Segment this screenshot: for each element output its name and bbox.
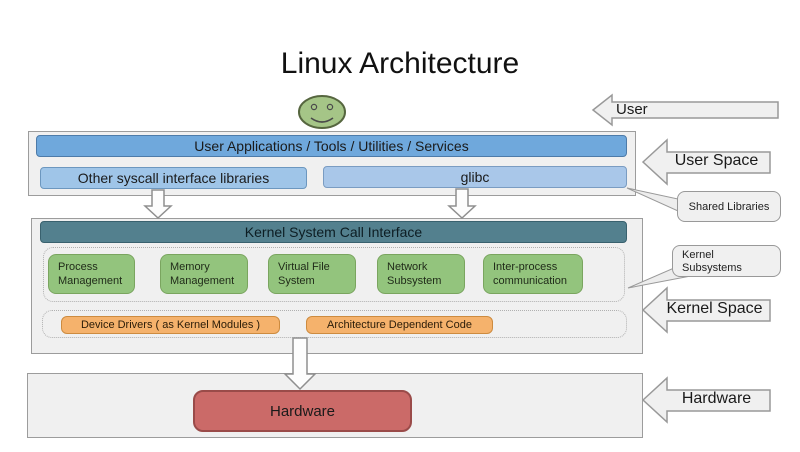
smiley-left-eye [311,104,316,109]
user-space-arrow-label: User Space [660,152,773,170]
kernel-space-arrow-label: Kernel Space [656,300,773,318]
device-drivers-box: Device Drivers ( as Kernel Modules ) [61,316,280,334]
shared-libraries-callout: Shared Libraries [677,191,781,222]
smiley-mouth [311,118,333,122]
architecture-dependent-code-box: Architecture Dependent Code [306,316,493,334]
kernel-subsystems-callout: Kernel Subsystems [672,245,781,277]
hardware-box: Hardware [193,390,412,432]
other-syscall-libraries-box: Other syscall interface libraries [40,167,307,189]
inter-process-communication-box: Inter-process communication [483,254,583,294]
virtual-file-system-box: Virtual File System [268,254,356,294]
process-management-box: Process Management [48,254,135,294]
hardware-arrow-label: Hardware [660,390,773,408]
network-subsystem-box: Network Subsystem [377,254,465,294]
smiley-user-icon [299,96,345,128]
user-applications-bar: User Applications / Tools / Utilities / … [36,135,627,157]
page-title: Linux Architecture [0,47,800,81]
smiley-right-eye [327,104,332,109]
glibc-box: glibc [323,166,627,188]
linux-architecture-diagram: Linux Architecture User Applications / T… [0,0,800,452]
user-arrow-label: User [616,101,686,118]
memory-management-box: Memory Management [160,254,248,294]
kernel-syscall-interface-bar: Kernel System Call Interface [40,221,627,243]
